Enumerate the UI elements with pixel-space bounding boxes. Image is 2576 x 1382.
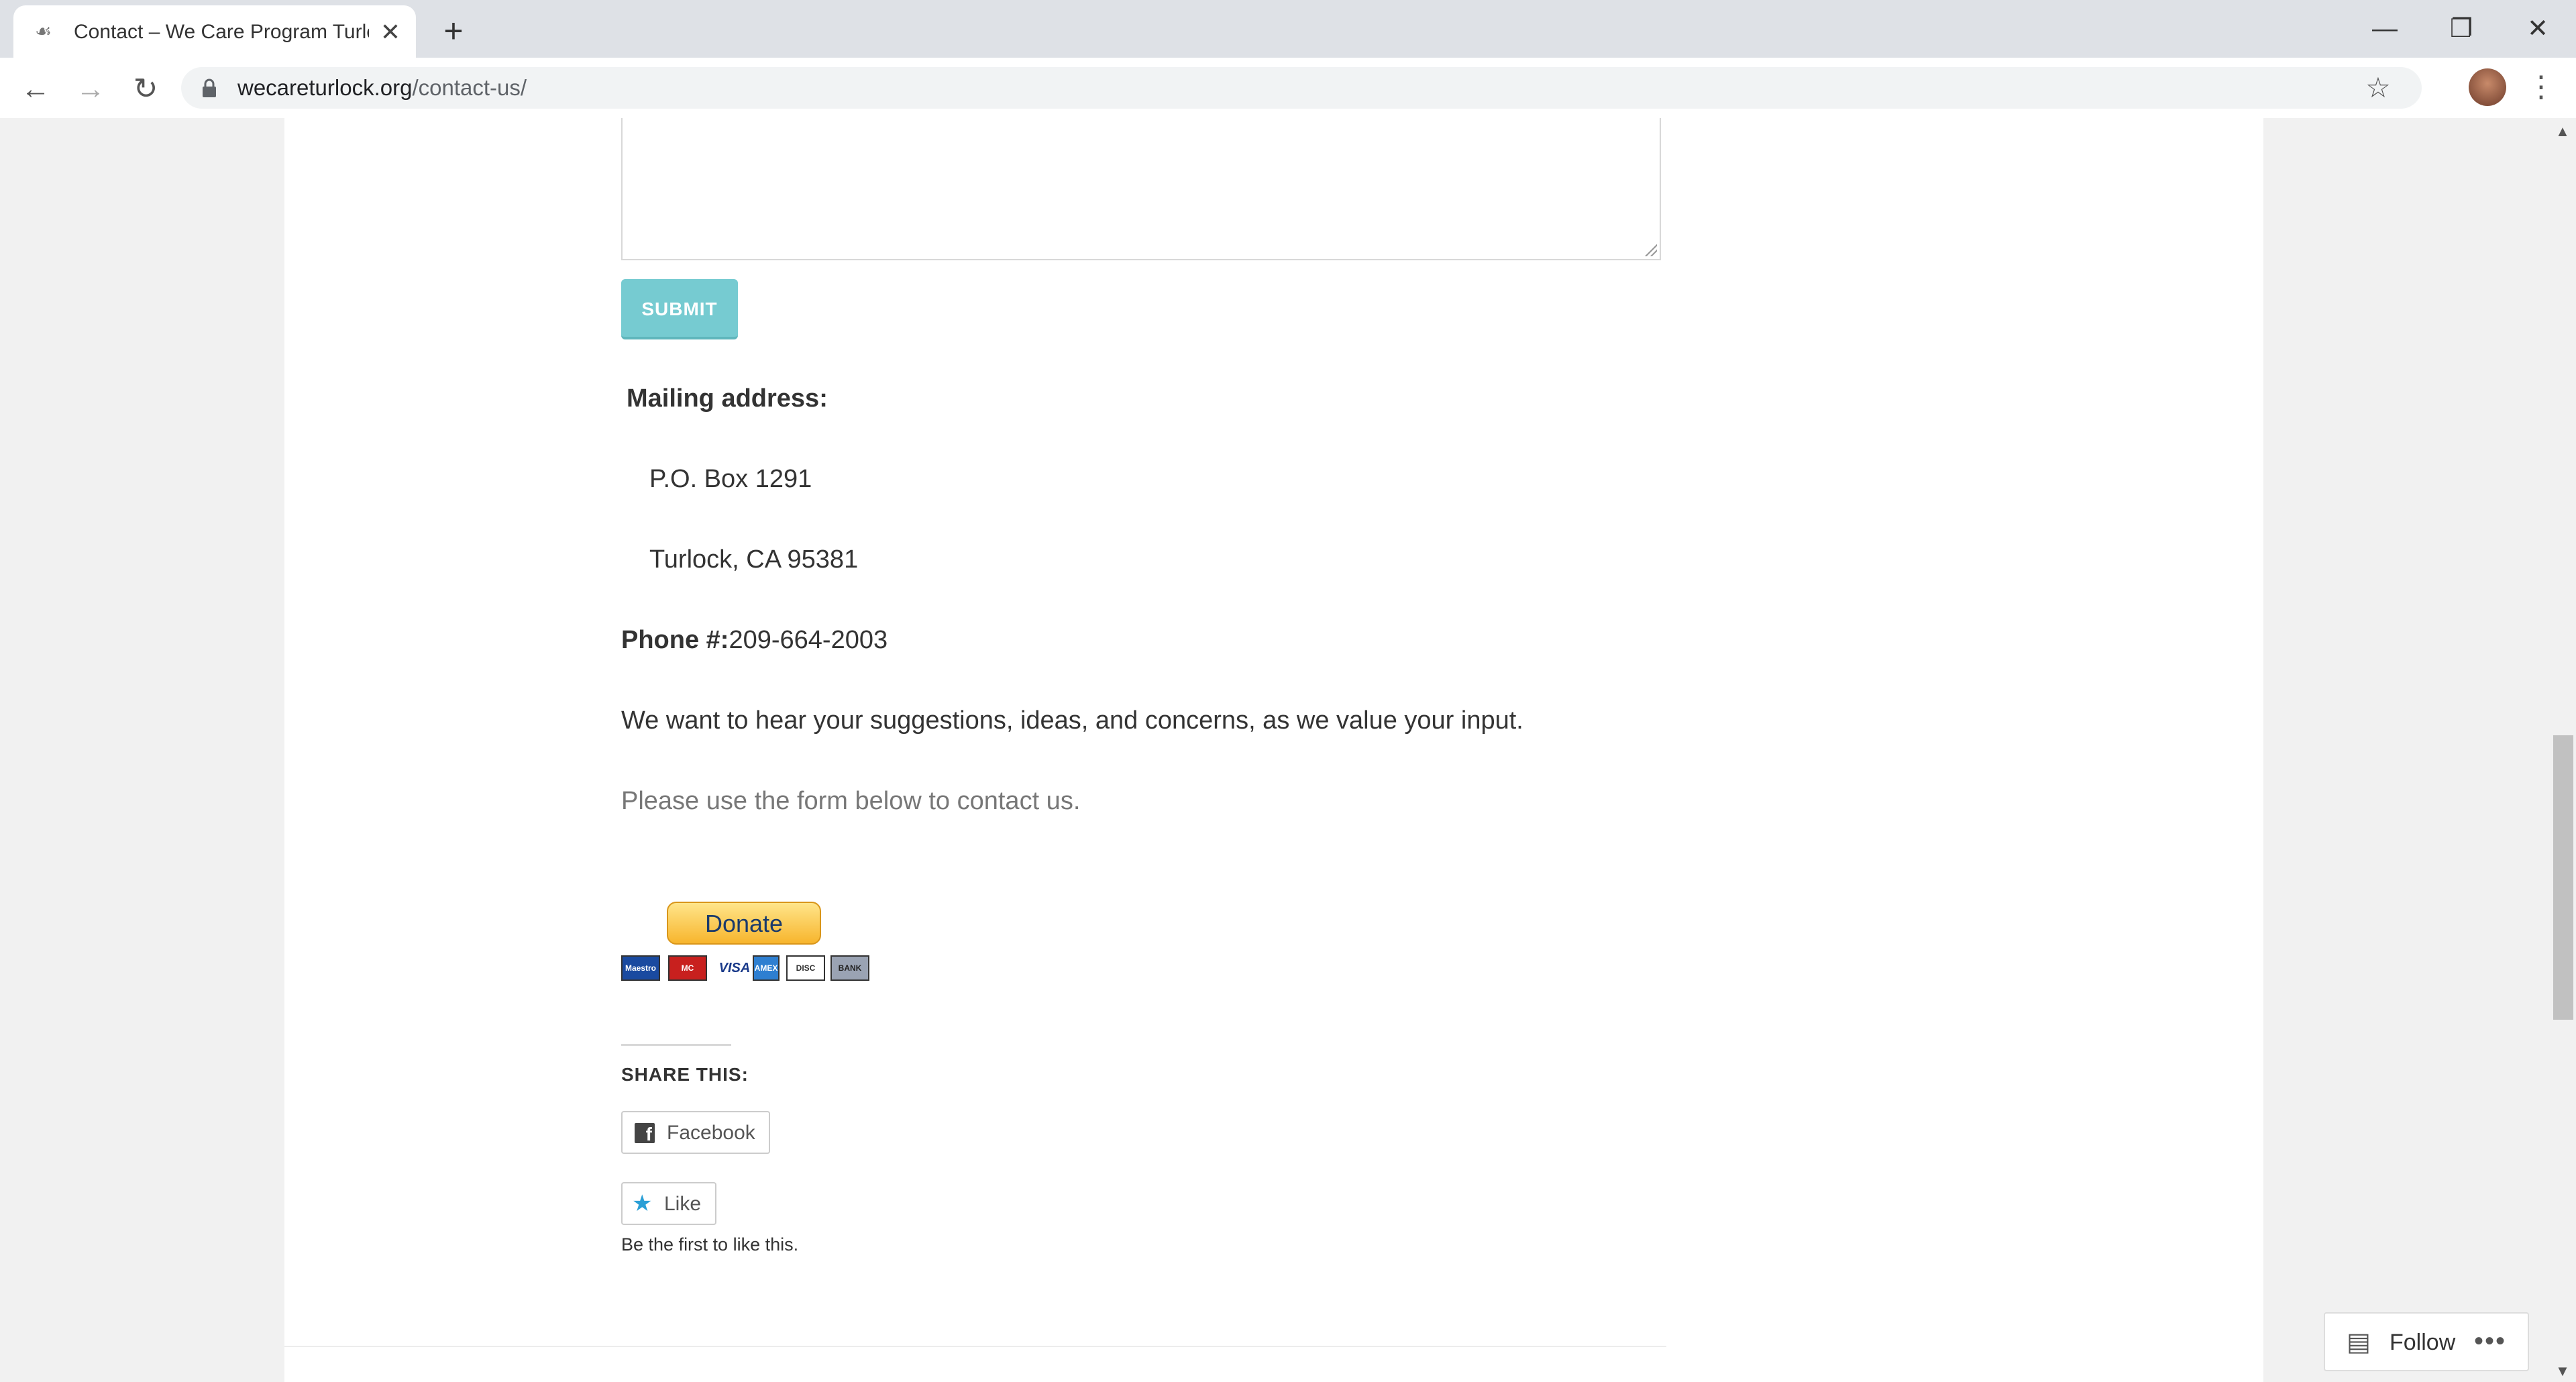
- star-icon: ★: [632, 1191, 653, 1216]
- mailing-address-heading: Mailing address:: [627, 384, 828, 413]
- mastercard-icon: MC: [668, 955, 707, 981]
- site-favicon-icon: ☙: [35, 21, 52, 42]
- content-divider: [284, 1346, 1666, 1347]
- bookmark-star-icon[interactable]: ☆: [2361, 71, 2395, 105]
- close-window-button[interactable]: ✕: [2508, 7, 2568, 51]
- scroll-down-icon[interactable]: ▼: [2553, 1362, 2572, 1381]
- profile-avatar[interactable]: [2469, 68, 2506, 106]
- form-note: Please use the form below to contact us.: [621, 787, 1081, 815]
- browser-toolbar: ← → ↻ wecareturlock.org/contact-us/ ☆ ⋮: [0, 58, 2576, 119]
- url-text: wecareturlock.org/contact-us/: [237, 74, 527, 102]
- main-content: SUBMIT Mailing address: P.O. Box 1291 Tu…: [284, 118, 2263, 1382]
- scroll-thumb[interactable]: [2553, 735, 2573, 1020]
- page-viewport: SUBMIT Mailing address: P.O. Box 1291 Tu…: [0, 118, 2549, 1382]
- new-tab-button[interactable]: +: [435, 12, 472, 50]
- resize-grip-icon[interactable]: [1644, 243, 1657, 256]
- back-button[interactable]: ←: [17, 71, 54, 107]
- address-line-1: P.O. Box 1291: [649, 465, 812, 493]
- phone-value: 209-664-2003: [729, 626, 888, 654]
- like-label: Like: [664, 1193, 702, 1215]
- follow-reader-icon: ▤: [2347, 1328, 2371, 1357]
- facebook-share-button[interactable]: f Facebook: [621, 1111, 770, 1154]
- amex-card-icon: AMEX: [753, 955, 780, 981]
- message-textarea[interactable]: [621, 118, 1661, 260]
- more-options-icon[interactable]: •••: [2474, 1326, 2506, 1357]
- page-scrollbar[interactable]: ▲ ▼: [2549, 118, 2576, 1382]
- like-button[interactable]: ★ Like: [621, 1182, 716, 1225]
- follow-widget[interactable]: ▤ Follow •••: [2324, 1312, 2529, 1371]
- like-note: Be the first to like this.: [621, 1234, 799, 1255]
- browser-menu-icon[interactable]: ⋮: [2526, 68, 2556, 106]
- submit-button[interactable]: SUBMIT: [621, 279, 738, 339]
- restore-window-button[interactable]: ❐: [2431, 7, 2491, 51]
- minimize-window-button[interactable]: —: [2355, 7, 2415, 51]
- address-line-2: Turlock, CA 95381: [649, 545, 859, 574]
- share-divider: [621, 1044, 731, 1046]
- scroll-up-icon[interactable]: ▲: [2553, 122, 2572, 141]
- phone-line: Phone #:209-664-2003: [621, 624, 888, 656]
- reload-button[interactable]: ↻: [127, 71, 164, 107]
- donate-button[interactable]: Donate: [667, 902, 821, 945]
- facebook-icon: f: [635, 1123, 655, 1145]
- follow-label: Follow: [2390, 1330, 2456, 1355]
- forward-button[interactable]: →: [72, 71, 109, 107]
- discover-card-icon: DISC: [786, 955, 825, 981]
- share-heading: SHARE THIS:: [621, 1064, 749, 1085]
- bank-card-icon: BANK: [830, 955, 869, 981]
- phone-label: Phone #:: [621, 626, 729, 654]
- tab-title: Contact – We Care Program Turlo: [74, 21, 369, 43]
- address-bar[interactable]: wecareturlock.org/contact-us/ ☆: [181, 67, 2422, 109]
- lock-icon: [203, 78, 216, 97]
- facebook-label: Facebook: [667, 1122, 755, 1144]
- feedback-message: We want to hear your suggestions, ideas,…: [621, 706, 1523, 735]
- browser-tab[interactable]: ☙ Contact – We Care Program Turlo ✕: [13, 5, 416, 58]
- url-path: /contact-us/: [412, 75, 527, 100]
- close-tab-icon[interactable]: ✕: [376, 17, 405, 47]
- url-host: wecareturlock.org: [237, 75, 413, 100]
- maestro-card-icon: Maestro: [621, 955, 660, 981]
- paypal-donate: Donate Maestro MC VISA AMEX DISC BANK: [621, 902, 869, 982]
- visa-card-icon: VISA: [715, 955, 754, 981]
- tab-strip: ☙ Contact – We Care Program Turlo ✕ + — …: [0, 0, 2576, 58]
